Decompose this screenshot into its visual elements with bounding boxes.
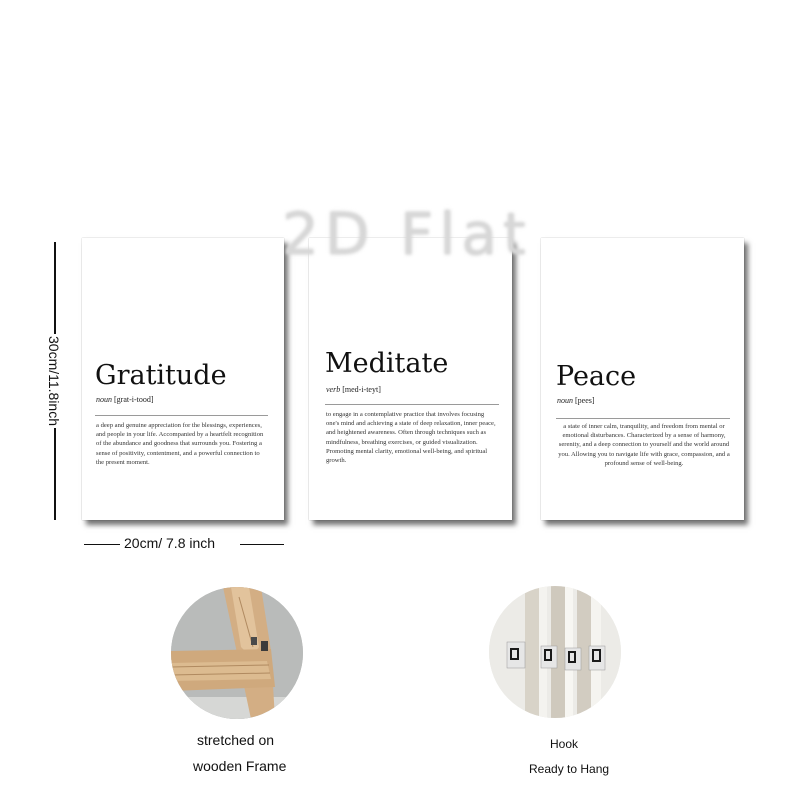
phonetic: [med-i-teyt]	[342, 385, 381, 394]
print-definition: to engage in a contemplative practice th…	[326, 411, 496, 465]
print-definition: a deep and genuine appreciation for the …	[96, 422, 264, 466]
width-dimension-label: 20cm/ 7.8 inch	[124, 535, 216, 551]
print-pronunciation: noun [pees]	[557, 396, 595, 405]
print-word: Gratitude	[95, 360, 227, 391]
divider-rule	[556, 418, 730, 419]
phonetic: [pees]	[575, 396, 595, 405]
part-of-speech: noun	[557, 396, 573, 405]
print-word: Meditate	[325, 348, 449, 379]
width-dimension-line-left	[84, 544, 120, 545]
wooden-frame-illustration	[171, 587, 303, 719]
wooden-frame-photo	[171, 587, 303, 719]
part-of-speech: verb	[326, 385, 341, 394]
watermark-text: 2D Flat	[282, 200, 532, 268]
ready-to-hang-caption: Ready to Hang	[529, 762, 610, 776]
width-dimension-line-right	[240, 544, 284, 545]
divider-rule	[325, 404, 499, 405]
hook-photo	[489, 586, 621, 718]
hook-caption: Hook	[550, 737, 579, 751]
phonetic: [grat-i-tood]	[114, 395, 154, 404]
print-pronunciation: noun [grat-i-tood]	[96, 395, 154, 404]
print-word: Peace	[556, 361, 637, 392]
print-pronunciation: verb [med-i-teyt]	[326, 385, 381, 394]
frame-caption-line1: stretched on	[197, 732, 275, 748]
divider-rule	[95, 415, 268, 416]
print-peace: Peace noun [pees] a state of inner calm,…	[541, 238, 744, 520]
height-dimension-label: 30cm/11.8inch	[46, 333, 62, 429]
frame-caption-line2: wooden Frame	[193, 758, 287, 774]
print-gratitude: Gratitude noun [grat-i-tood] a deep and …	[82, 238, 284, 520]
part-of-speech: noun	[96, 395, 112, 404]
print-definition: a state of inner calm, tranquility, and …	[558, 423, 730, 467]
hook-illustration	[489, 586, 621, 718]
print-meditate: Meditate verb [med-i-teyt] to engage in …	[309, 238, 512, 520]
